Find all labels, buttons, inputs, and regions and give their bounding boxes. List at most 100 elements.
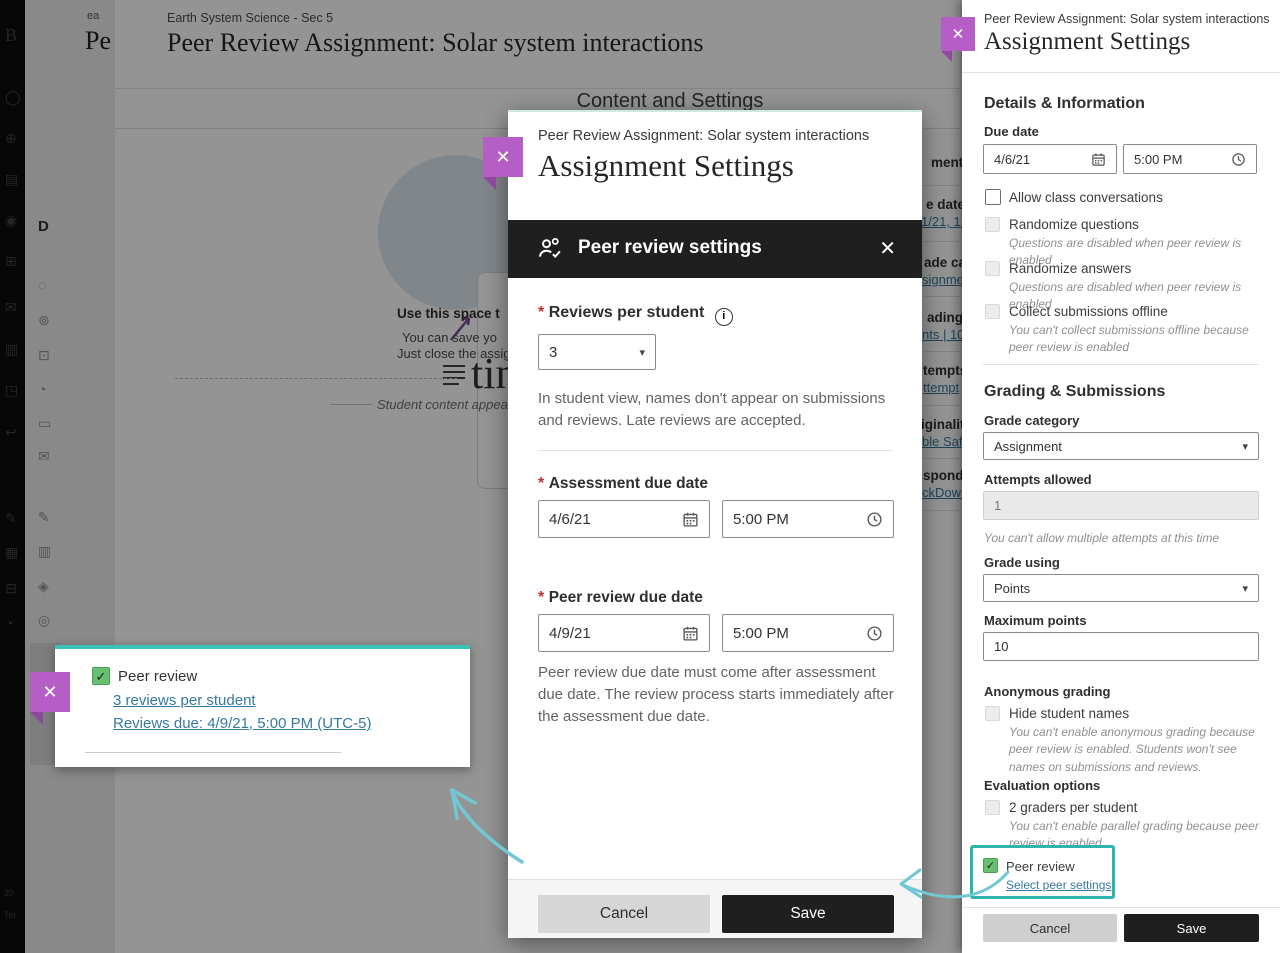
peer-time-input[interactable]: 5:00 PM xyxy=(722,614,894,652)
max-points-label: Maximum points xyxy=(984,613,1087,628)
peer-due-label: Peer review due date xyxy=(549,589,703,606)
clock-icon xyxy=(1231,152,1246,167)
badge-fold xyxy=(941,51,952,62)
required-asterisk: * xyxy=(538,475,544,492)
reviews-per-student-select[interactable]: 3 ▾ xyxy=(538,334,656,370)
bar-title: Peer review settings xyxy=(578,237,762,259)
two-graders-checkbox xyxy=(985,800,1000,815)
assessment-time-input[interactable]: 5:00 PM xyxy=(722,500,894,538)
grade-using-select[interactable]: Points ▾ xyxy=(983,574,1259,602)
reviews-per-student-labelrow: * Reviews per student i xyxy=(538,304,733,326)
input-value: 10 xyxy=(994,639,1008,654)
grade-using-label: Grade using xyxy=(984,555,1060,570)
reviews-per-student-link[interactable]: 3 reviews per student xyxy=(113,692,256,709)
assessment-due-label: Assessment due date xyxy=(549,475,708,492)
chevron-down-icon: ▾ xyxy=(1242,582,1248,595)
due-time-input[interactable]: 5:00 PM xyxy=(1123,144,1257,174)
screen: B ◯ ⊕ ▤ ◉ ⊞ ✉ ▥ ◳ ↩ ✎ ▦ ⊟ ◔ 20 Ter ea Pe… xyxy=(0,0,1280,953)
save-button[interactable]: Save xyxy=(722,895,894,933)
modal-title: Assignment Settings xyxy=(538,148,794,184)
grade-category-label: Grade category xyxy=(984,413,1079,428)
peer-review-option-highlight: ✓ Peer review Select peer settings xyxy=(970,845,1115,899)
attempts-note: You can't allow multiple attempts at thi… xyxy=(984,530,1254,547)
panel-title: Assignment Settings xyxy=(984,28,1190,56)
select-value: Assignment xyxy=(994,439,1062,454)
anonymous-grading-heading: Anonymous grading xyxy=(984,684,1110,699)
modal-eyebrow: Peer Review Assignment: Solar system int… xyxy=(538,128,869,144)
peer-review-icon xyxy=(536,236,564,262)
check-icon: ✓ xyxy=(986,860,995,872)
close-icon[interactable]: ✕ xyxy=(879,236,896,261)
assessment-due-labelrow: * Assessment due date xyxy=(538,475,708,493)
details-heading: Details & Information xyxy=(984,95,1145,113)
panel-footer-divider xyxy=(962,907,1280,908)
randomize-questions-label: Randomize questions xyxy=(1009,217,1139,232)
reviews-due-link[interactable]: Reviews due: 4/9/21, 5:00 PM (UTC-5) xyxy=(113,715,371,732)
hide-names-note: You can't enable anonymous grading becau… xyxy=(1009,724,1259,776)
select-value: 3 xyxy=(549,344,557,361)
allow-conversations-checkbox[interactable] xyxy=(985,189,1001,205)
two-graders-label: 2 graders per student xyxy=(1009,800,1137,815)
peer-review-settings-bar: Peer review settings ✕ xyxy=(508,220,922,278)
close-glyph: ✕ xyxy=(879,238,896,260)
summary-divider xyxy=(85,752,341,753)
peer-review-label: Peer review xyxy=(1006,859,1075,874)
section-divider xyxy=(538,450,892,451)
close-icon[interactable]: ✕ xyxy=(483,137,523,177)
max-points-input[interactable]: 10 xyxy=(983,632,1259,661)
check-icon: ✓ xyxy=(96,669,107,684)
grade-category-select[interactable]: Assignment ▾ xyxy=(983,432,1259,460)
collect-offline-note: You can't collect submissions offline be… xyxy=(1009,322,1254,357)
chevron-down-icon: ▾ xyxy=(639,346,645,359)
date-value: 4/6/21 xyxy=(549,511,591,528)
allow-conversations-label: Allow class conversations xyxy=(1009,190,1163,205)
close-glyph: ✕ xyxy=(495,147,510,168)
close-icon[interactable]: ✕ xyxy=(941,17,975,51)
attempts-input: 1 xyxy=(983,491,1259,520)
time-value: 5:00 PM xyxy=(1134,152,1182,167)
modal-footer: Cancel Save xyxy=(508,879,922,938)
peer-due-labelrow: * Peer review due date xyxy=(538,589,703,607)
evaluation-options-heading: Evaluation options xyxy=(984,778,1100,793)
due-date-input[interactable]: 4/6/21 xyxy=(983,144,1117,174)
time-value: 5:00 PM xyxy=(733,511,789,528)
badge-fold xyxy=(483,177,496,190)
peer-date-input[interactable]: 4/9/21 xyxy=(538,614,710,652)
assignment-settings-panel: ✕ Peer Review Assignment: Solar system i… xyxy=(962,0,1280,953)
info-icon[interactable]: i xyxy=(715,308,733,326)
calendar-icon xyxy=(682,625,699,642)
date-value: 4/6/21 xyxy=(994,152,1030,167)
due-date-label: Due date xyxy=(984,124,1039,139)
peer-review-checkbox[interactable]: ✓ xyxy=(92,667,110,685)
randomize-answers-label: Randomize answers xyxy=(1009,261,1131,276)
calendar-icon xyxy=(682,511,699,528)
grading-heading: Grading & Submissions xyxy=(984,383,1165,401)
randomize-questions-checkbox xyxy=(985,217,1000,232)
peer-review-settings-modal: ✕ Peer Review Assignment: Solar system i… xyxy=(508,110,922,937)
panel-eyebrow: Peer Review Assignment: Solar system int… xyxy=(984,12,1270,26)
select-peer-settings-link[interactable]: Select peer settings xyxy=(1006,878,1111,892)
clock-icon xyxy=(866,625,883,642)
peer-review-label: Peer review xyxy=(118,668,197,685)
cancel-button[interactable]: Cancel xyxy=(983,914,1117,942)
attempts-label: Attempts allowed xyxy=(984,472,1092,487)
peer-help-text: Peer review due date must come after ass… xyxy=(538,662,902,728)
peer-review-checkbox[interactable]: ✓ xyxy=(983,858,998,873)
reviews-help-text: In student view, names don't appear on s… xyxy=(538,388,898,432)
save-button[interactable]: Save xyxy=(1124,914,1259,942)
required-asterisk: * xyxy=(538,589,544,606)
section-divider xyxy=(983,364,1259,365)
assessment-date-input[interactable]: 4/6/21 xyxy=(538,500,710,538)
randomize-answers-checkbox xyxy=(985,261,1000,276)
calendar-icon xyxy=(1091,152,1106,167)
close-glyph: ✕ xyxy=(42,682,57,703)
reviews-per-student-label: Reviews per student xyxy=(549,304,705,321)
collect-offline-label: Collect submissions offline xyxy=(1009,304,1168,319)
close-icon[interactable]: ✕ xyxy=(30,672,70,712)
hide-names-label: Hide student names xyxy=(1009,706,1129,721)
select-value: Points xyxy=(994,581,1030,596)
clock-icon xyxy=(866,511,883,528)
cancel-button[interactable]: Cancel xyxy=(538,895,710,933)
peer-review-summary-box: ✕ ✓ Peer review 3 reviews per student Re… xyxy=(55,645,470,767)
input-value: 1 xyxy=(994,498,1001,513)
